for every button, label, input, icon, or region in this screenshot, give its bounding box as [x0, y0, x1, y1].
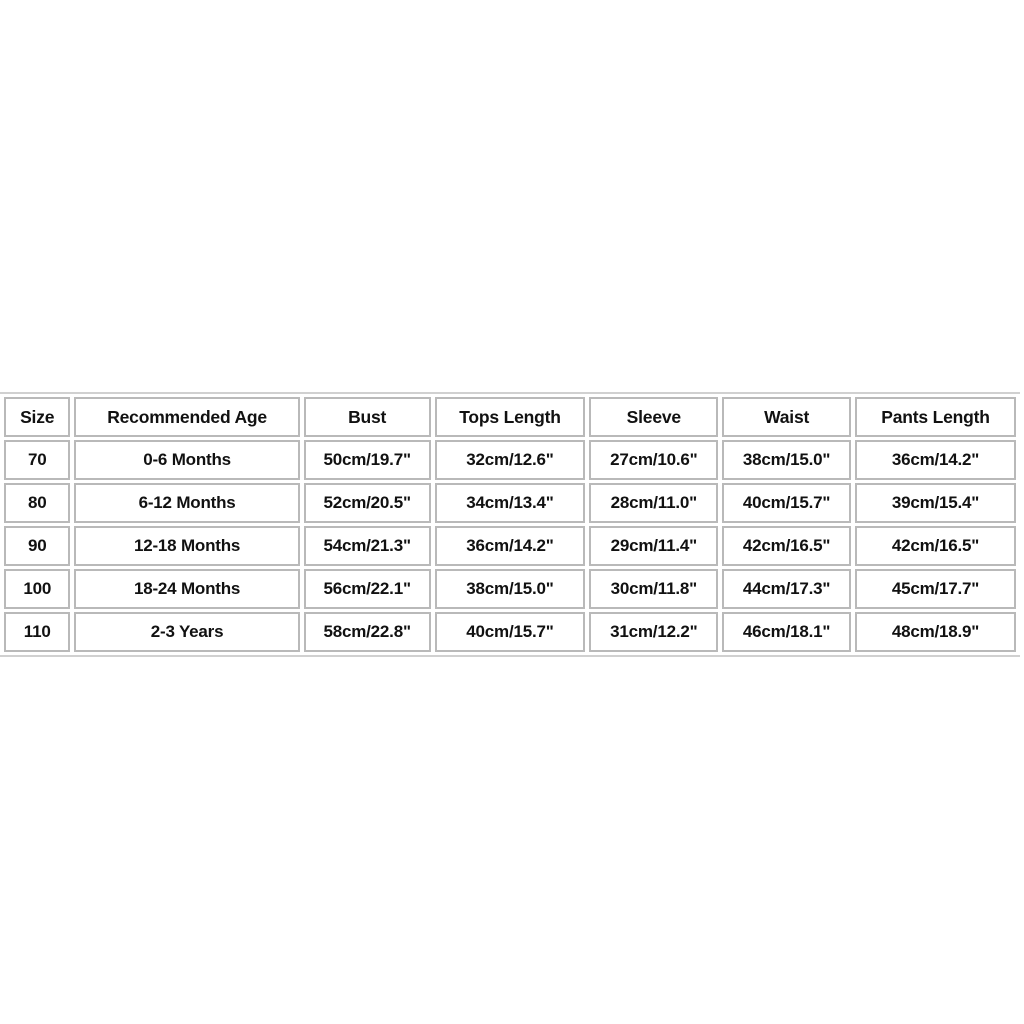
cell-age: 12-18 Months	[74, 526, 300, 566]
cell-age: 18-24 Months	[74, 569, 300, 609]
cell-size: 80	[4, 483, 71, 523]
table-row: 80 6-12 Months 52cm/20.5" 34cm/13.4" 28c…	[4, 483, 1016, 523]
cell-age: 0-6 Months	[74, 440, 300, 480]
cell-tops-length: 36cm/14.2"	[434, 526, 586, 566]
cell-sleeve: 29cm/11.4"	[589, 526, 719, 566]
cell-age: 2-3 Years	[74, 612, 300, 652]
cell-waist: 46cm/18.1"	[722, 612, 851, 652]
cell-waist: 40cm/15.7"	[722, 483, 851, 523]
column-header-pants-length: Pants Length	[854, 397, 1016, 437]
cell-bust: 58cm/22.8"	[303, 612, 431, 652]
cell-bust: 56cm/22.1"	[303, 569, 431, 609]
cell-sleeve: 27cm/10.6"	[589, 440, 719, 480]
cell-bust: 50cm/19.7"	[303, 440, 431, 480]
size-chart-container: Size Recommended Age Bust Tops Length Sl…	[0, 392, 1020, 657]
cell-tops-length: 38cm/15.0"	[434, 569, 586, 609]
cell-size: 110	[4, 612, 71, 652]
cell-waist: 38cm/15.0"	[722, 440, 851, 480]
cell-waist: 42cm/16.5"	[722, 526, 851, 566]
cell-tops-length: 34cm/13.4"	[434, 483, 586, 523]
cell-size: 100	[4, 569, 71, 609]
table-row: 70 0-6 Months 50cm/19.7" 32cm/12.6" 27cm…	[4, 440, 1016, 480]
cell-pants-length: 36cm/14.2"	[854, 440, 1016, 480]
cell-size: 70	[4, 440, 71, 480]
table-header-row: Size Recommended Age Bust Tops Length Sl…	[4, 397, 1016, 437]
column-header-bust: Bust	[303, 397, 431, 437]
cell-tops-length: 40cm/15.7"	[434, 612, 586, 652]
cell-sleeve: 30cm/11.8"	[589, 569, 719, 609]
cell-bust: 52cm/20.5"	[303, 483, 431, 523]
size-chart-header: Size Recommended Age Bust Tops Length Sl…	[4, 397, 1016, 437]
cell-pants-length: 42cm/16.5"	[854, 526, 1016, 566]
size-chart-table: Size Recommended Age Bust Tops Length Sl…	[0, 392, 1020, 657]
cell-pants-length: 45cm/17.7"	[854, 569, 1016, 609]
cell-age: 6-12 Months	[74, 483, 300, 523]
cell-waist: 44cm/17.3"	[722, 569, 851, 609]
cell-sleeve: 31cm/12.2"	[589, 612, 719, 652]
column-header-tops-length: Tops Length	[434, 397, 586, 437]
column-header-size: Size	[4, 397, 71, 437]
column-header-waist: Waist	[722, 397, 851, 437]
page-root: Size Recommended Age Bust Tops Length Sl…	[0, 0, 1024, 1024]
cell-bust: 54cm/21.3"	[303, 526, 431, 566]
column-header-recommended-age: Recommended Age	[74, 397, 300, 437]
column-header-sleeve: Sleeve	[589, 397, 719, 437]
table-row: 90 12-18 Months 54cm/21.3" 36cm/14.2" 29…	[4, 526, 1016, 566]
cell-sleeve: 28cm/11.0"	[589, 483, 719, 523]
table-row: 110 2-3 Years 58cm/22.8" 40cm/15.7" 31cm…	[4, 612, 1016, 652]
cell-size: 90	[4, 526, 71, 566]
size-chart-body: 70 0-6 Months 50cm/19.7" 32cm/12.6" 27cm…	[4, 440, 1016, 652]
cell-pants-length: 48cm/18.9"	[854, 612, 1016, 652]
cell-pants-length: 39cm/15.4"	[854, 483, 1016, 523]
table-row: 100 18-24 Months 56cm/22.1" 38cm/15.0" 3…	[4, 569, 1016, 609]
cell-tops-length: 32cm/12.6"	[434, 440, 586, 480]
